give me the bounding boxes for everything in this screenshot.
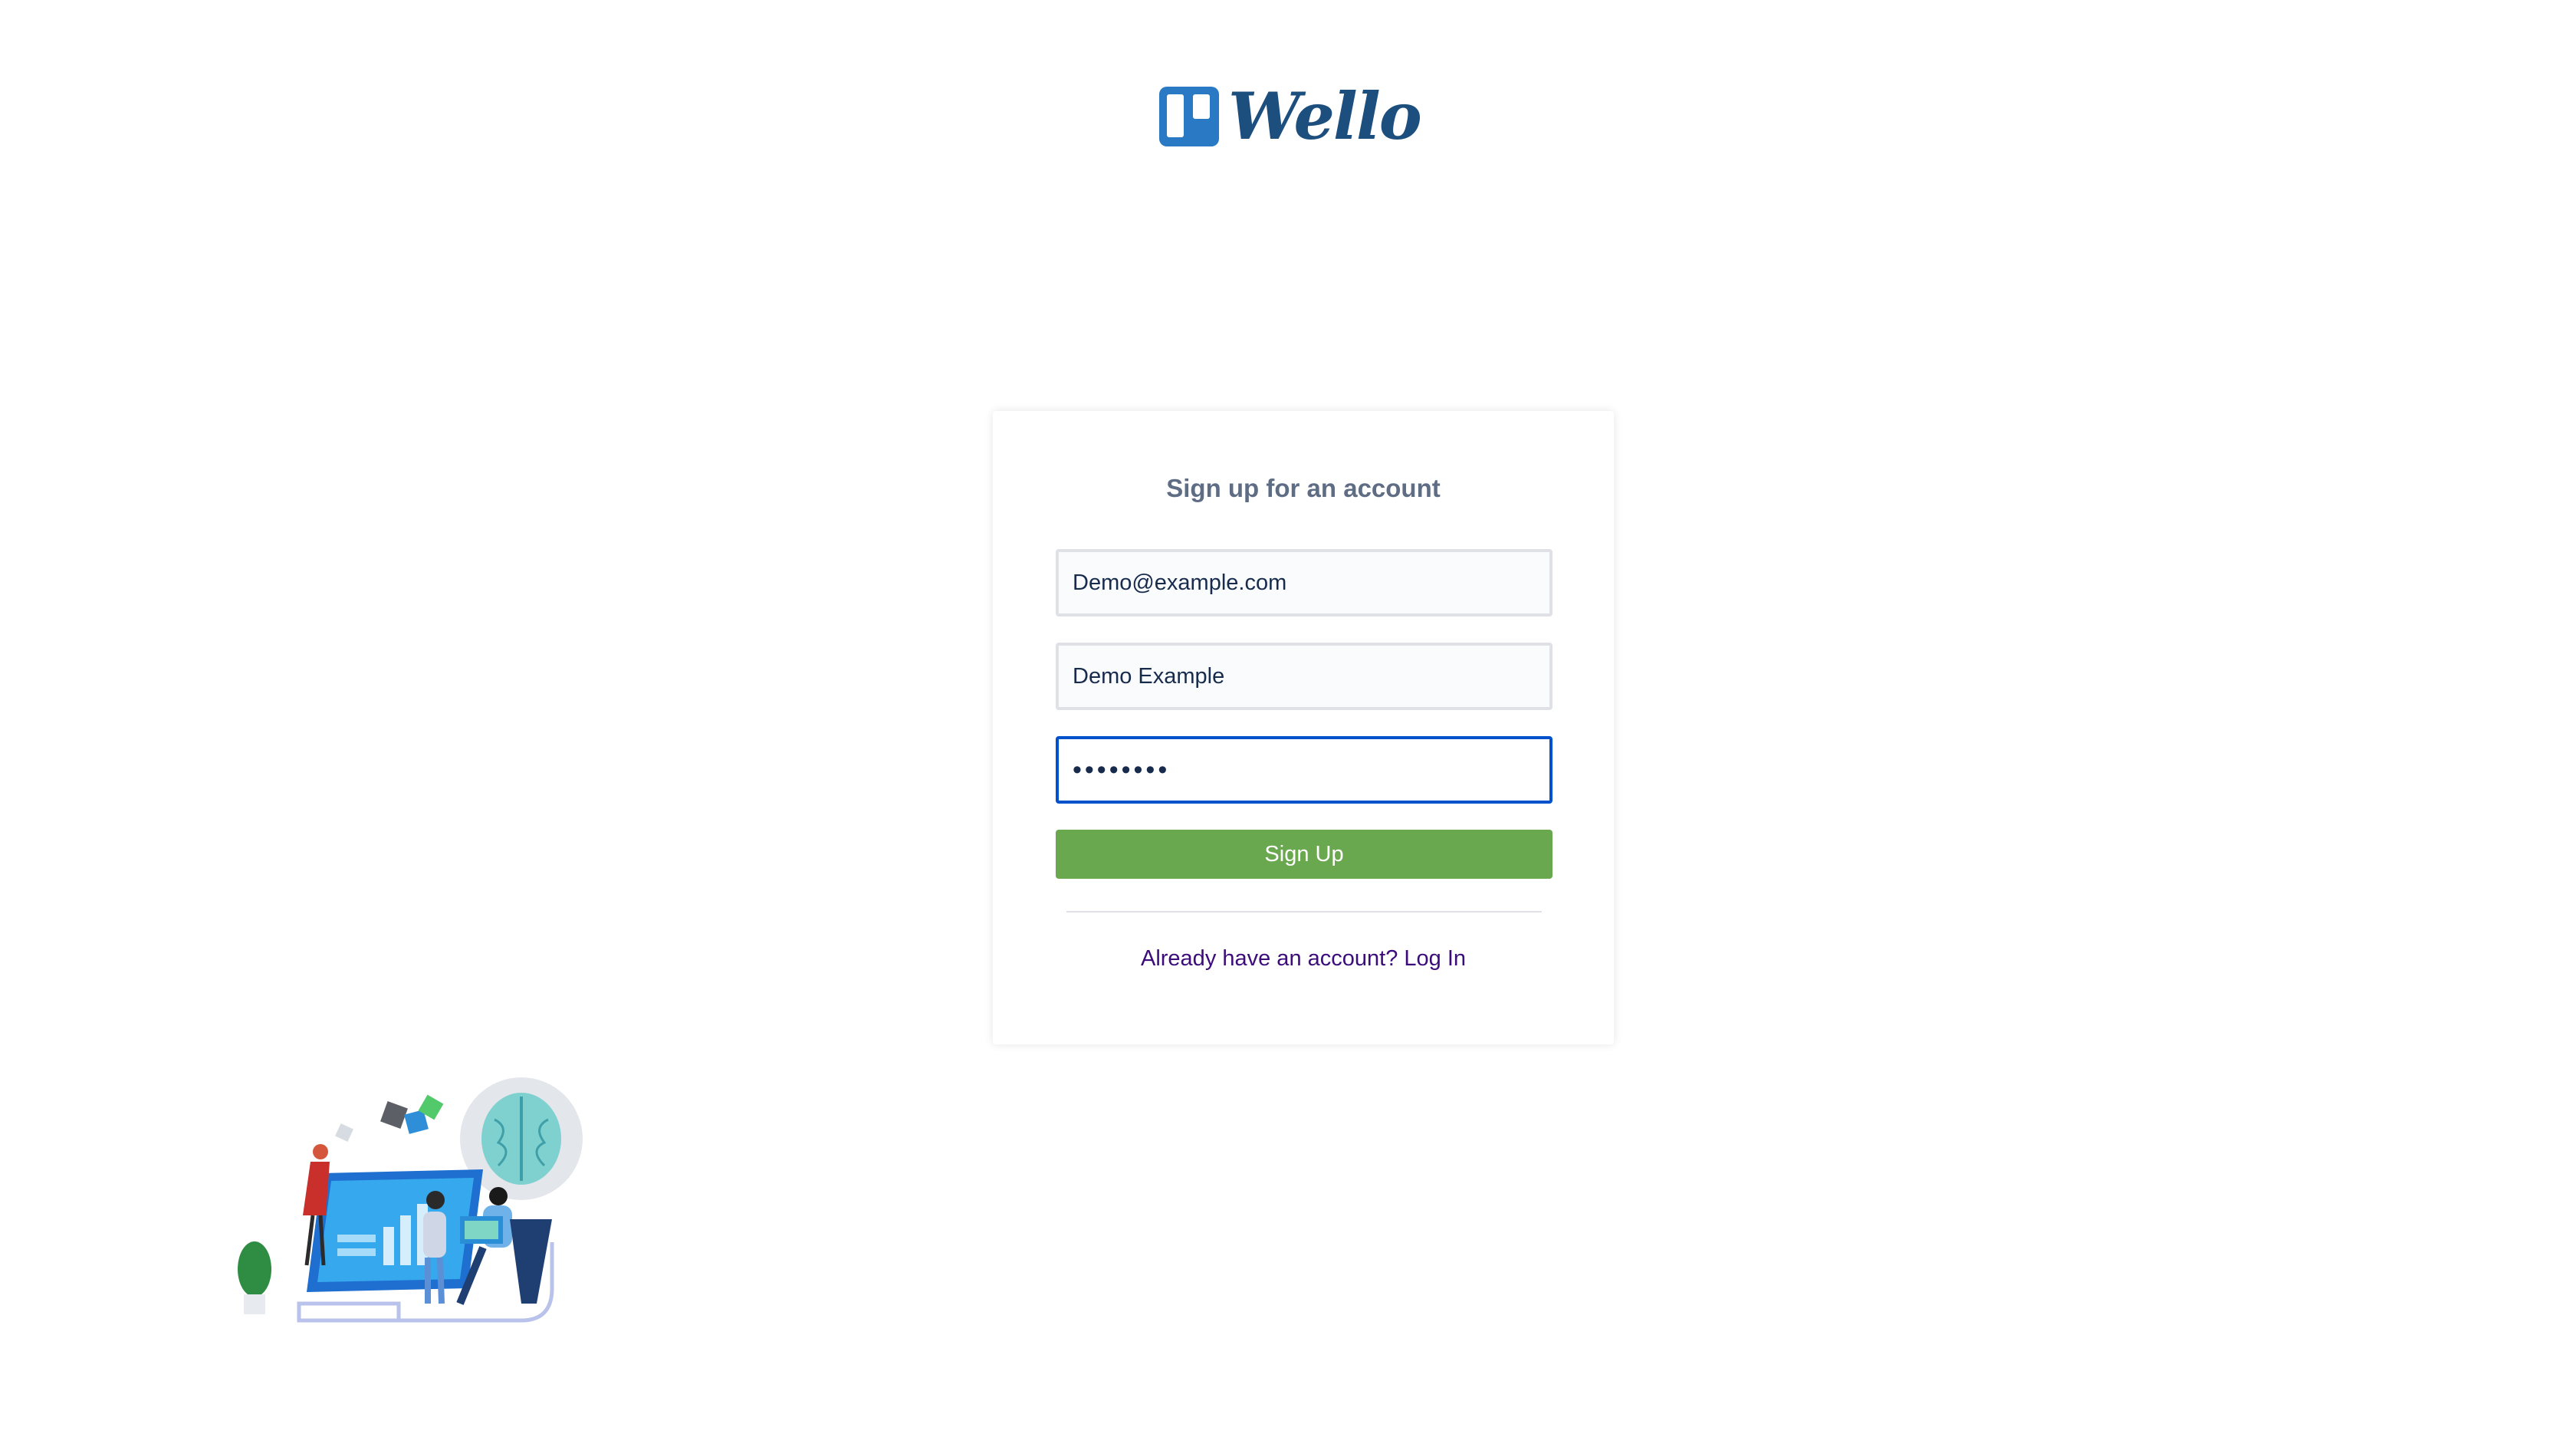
email-value: Demo@example.com bbox=[1073, 570, 1287, 595]
signup-title: Sign up for an account bbox=[1166, 474, 1441, 502]
logo-text: Wello bbox=[1228, 78, 1422, 154]
password-value: •••••••• bbox=[1073, 755, 1171, 784]
team-collaboration-illustration bbox=[238, 1077, 583, 1323]
login-link[interactable]: Already have an account? Log In bbox=[993, 946, 1614, 972]
signup-card: Sign up for an account Demo@example.com … bbox=[993, 411, 1614, 1044]
signup-page: Wello Sign up for an account Demo@exampl… bbox=[0, 0, 2576, 1437]
full-name-field[interactable]: Demo Example bbox=[1056, 643, 1552, 710]
full-name-value: Demo Example bbox=[1073, 663, 1225, 689]
email-field[interactable]: Demo@example.com bbox=[1056, 549, 1552, 617]
sign-up-button[interactable]: Sign Up bbox=[1056, 830, 1552, 879]
divider bbox=[1066, 911, 1542, 913]
app-logo[interactable]: Wello bbox=[1159, 78, 1422, 154]
board-columns-icon bbox=[1159, 87, 1219, 146]
password-field[interactable]: •••••••• bbox=[1056, 736, 1552, 804]
